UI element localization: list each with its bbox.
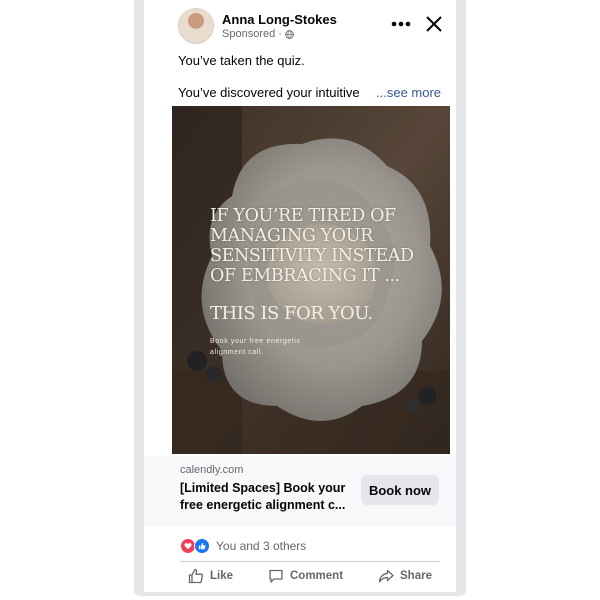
- ad-creative-image[interactable]: IF YOU’RE TIRED OF MANAGING YOUR SENSITI…: [172, 106, 450, 454]
- sponsored-text: Sponsored ·: [222, 28, 282, 40]
- more-options-button[interactable]: [388, 14, 414, 34]
- sponsored-label: Sponsored ·: [222, 28, 294, 40]
- post-header: Anna Long-Stokes Sponsored ·: [144, 0, 456, 50]
- like-reaction-icon: [194, 538, 210, 554]
- author-name[interactable]: Anna Long-Stokes: [222, 12, 337, 27]
- reaction-count: You and 3 others: [216, 539, 307, 553]
- thumbs-up-icon: [188, 568, 203, 584]
- share-icon: [378, 569, 394, 583]
- comment-label: Comment: [290, 570, 344, 582]
- author-avatar[interactable]: [178, 8, 214, 44]
- post-actions-bar: Like Comment Share: [180, 562, 440, 590]
- reactions-summary[interactable]: You and 3 others: [180, 538, 306, 554]
- post-text-line-1: You’ve taken the quiz.: [178, 53, 305, 68]
- more-dots-icon: [391, 21, 411, 27]
- creative-small-text: Book your free energetic alignment call.: [210, 338, 301, 356]
- like-label: Like: [210, 570, 234, 582]
- link-preview[interactable]: calendly.com [Limited Spaces] Book your …: [144, 456, 456, 526]
- sponsored-post-card: Anna Long-Stokes Sponsored · You’ve take…: [144, 0, 456, 592]
- close-icon[interactable]: [424, 14, 444, 34]
- globe-icon: [285, 29, 294, 39]
- creative-subhead: THIS IS FOR YOU.: [210, 303, 373, 324]
- post-text-line-2: You’ve discovered your intuitive: [178, 85, 360, 100]
- share-button[interactable]: Share: [370, 562, 440, 590]
- like-button[interactable]: Like: [180, 562, 241, 590]
- link-title[interactable]: [Limited Spaces] Book your free energeti…: [180, 480, 358, 514]
- share-label: Share: [400, 570, 432, 582]
- creative-headline: IF YOU’RE TIRED OF MANAGING YOUR SENSITI…: [210, 206, 414, 286]
- comment-icon: [269, 569, 283, 583]
- comment-button[interactable]: Comment: [260, 562, 351, 590]
- link-domain: calendly.com: [180, 464, 244, 476]
- see-more-link[interactable]: ...see more: [376, 85, 441, 100]
- book-now-button[interactable]: Book now: [361, 475, 439, 505]
